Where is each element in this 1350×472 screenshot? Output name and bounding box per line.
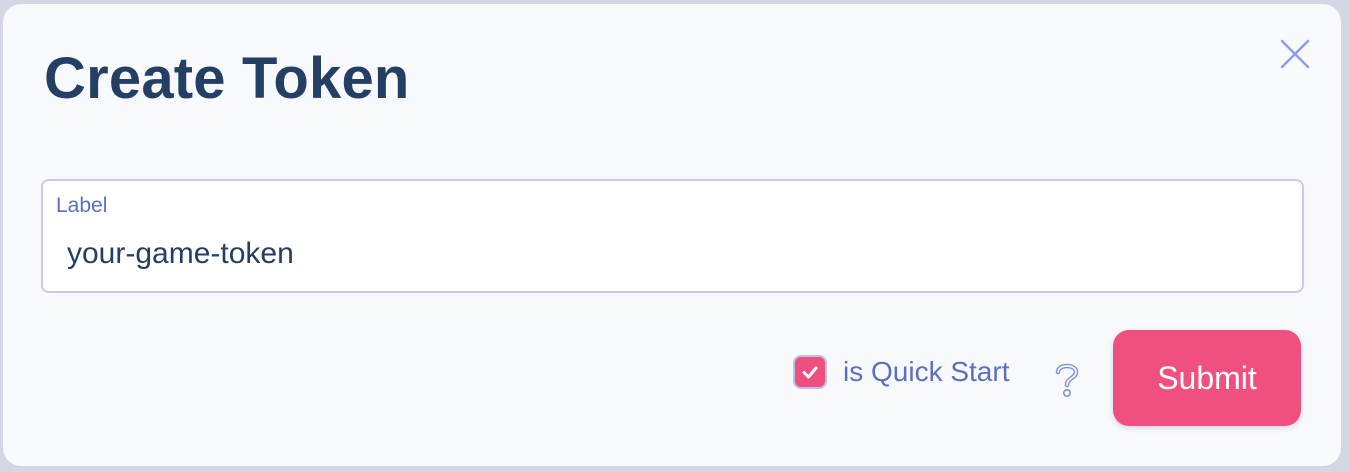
- submit-button[interactable]: Submit: [1113, 330, 1301, 426]
- checkmark-icon: [802, 366, 818, 379]
- dialog-title: Create Token: [44, 46, 410, 111]
- question-mark-icon[interactable]: [1052, 361, 1082, 399]
- label-field-label: Label: [56, 194, 108, 217]
- label-input[interactable]: [67, 233, 1267, 275]
- quick-start-label[interactable]: is Quick Start: [843, 358, 1009, 386]
- quick-start-checkbox[interactable]: [793, 355, 827, 389]
- close-icon[interactable]: [1278, 37, 1312, 71]
- create-token-dialog: Create Token Label is Quick Start Submit: [3, 4, 1341, 466]
- label-field[interactable]: Label: [41, 179, 1304, 293]
